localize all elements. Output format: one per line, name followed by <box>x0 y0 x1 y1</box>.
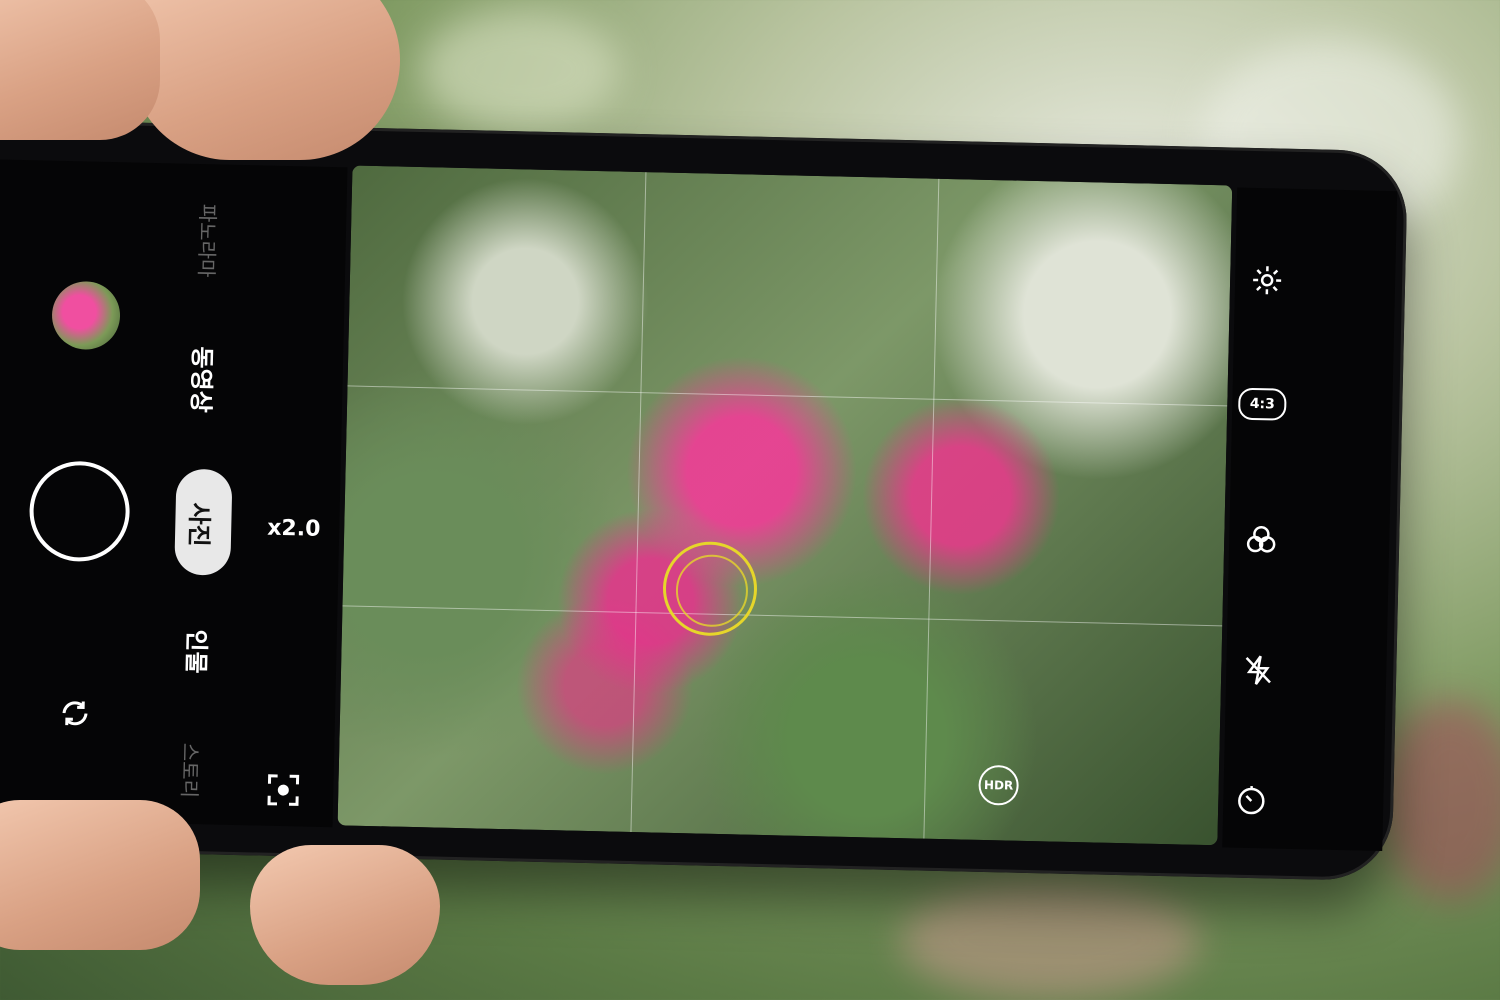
switch-camera-icon[interactable] <box>53 691 98 736</box>
phone-body: 파노라마 동영상 사진 인물 스토리 x2.0 HDR 4:3 <box>0 118 1409 882</box>
shutter-button[interactable] <box>28 460 131 563</box>
flash-off-icon[interactable] <box>1236 648 1281 693</box>
background-bokeh <box>1380 700 1500 900</box>
mode-panorama[interactable]: 파노라마 <box>193 204 224 278</box>
camera-left-panel: 파노라마 동영상 사진 인물 스토리 x2.0 <box>0 158 348 828</box>
scan-icon[interactable] <box>261 768 306 813</box>
timer-icon[interactable] <box>1229 778 1274 823</box>
mode-photo: 사진 <box>184 502 214 547</box>
filter-icon[interactable] <box>1239 518 1284 563</box>
mode-video[interactable]: 동영상 <box>185 346 221 413</box>
mode-story[interactable]: 스토리 <box>176 743 206 799</box>
finger-bottom <box>250 845 440 985</box>
finger-top <box>130 0 400 160</box>
focus-ring <box>661 540 759 637</box>
grid-line <box>342 605 1223 627</box>
camera-right-toolbar: 4:3 <box>1222 187 1398 852</box>
finger-top-left <box>0 0 160 140</box>
gallery-thumbnail[interactable] <box>51 280 121 351</box>
settings-gear-icon[interactable] <box>1245 258 1290 303</box>
zoom-level[interactable]: x2.0 <box>267 516 321 542</box>
grid-line <box>923 178 940 839</box>
mode-photo-selected[interactable]: 사진 <box>174 468 233 576</box>
background-bokeh <box>420 10 620 130</box>
mode-portrait[interactable]: 인물 <box>181 629 217 674</box>
hdr-badge[interactable]: HDR <box>978 764 1020 806</box>
grid-line <box>630 172 647 832</box>
camera-viewfinder[interactable]: HDR <box>337 165 1233 846</box>
aspect-ratio-icon[interactable]: 4:3 <box>1237 387 1287 421</box>
finger-bottom-left <box>0 800 200 950</box>
grid-line <box>347 385 1228 407</box>
background-bokeh <box>900 880 1200 1000</box>
